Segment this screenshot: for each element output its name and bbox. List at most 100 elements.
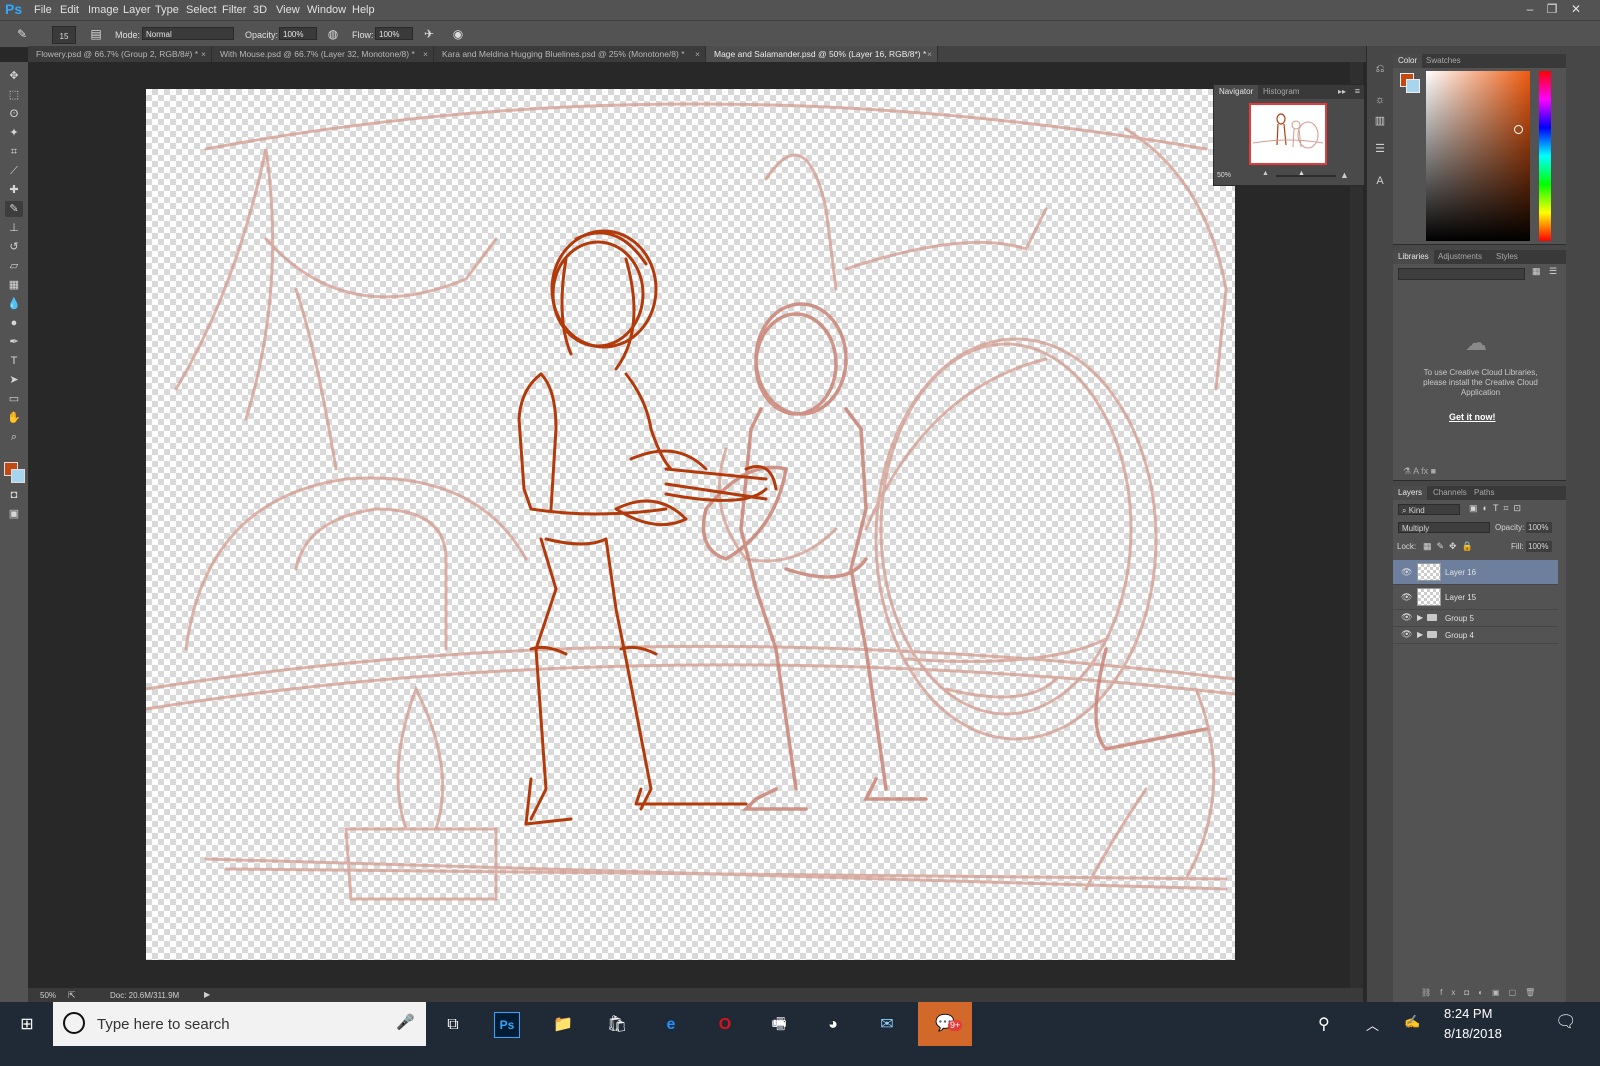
- zoom-level[interactable]: 50%: [40, 991, 56, 1000]
- close-tab-icon[interactable]: ×: [927, 46, 932, 62]
- hue-slider[interactable]: [1539, 71, 1551, 241]
- tab-styles[interactable]: Styles: [1491, 250, 1523, 264]
- color-picker-handle[interactable]: [1514, 125, 1523, 134]
- color-field[interactable]: [1426, 71, 1530, 241]
- dodge-tool-icon[interactable]: ●: [5, 315, 23, 331]
- restore-icon[interactable]: ❐: [1542, 1, 1562, 17]
- move-tool-icon[interactable]: ✥: [5, 68, 23, 84]
- menu-window[interactable]: Window: [307, 4, 346, 16]
- tab-kara-meldina[interactable]: Kara and Meldina Hugging Bluelines.psd @…: [434, 46, 706, 62]
- visibility-eye-icon[interactable]: 👁: [1401, 567, 1412, 578]
- tab-mage-salamander[interactable]: Mage and Salamander.psd @ 50% (Layer 16,…: [706, 46, 938, 62]
- messages-app-icon[interactable]: 💬 9+: [918, 1002, 972, 1046]
- histogram-panel-icon[interactable]: ▥: [1371, 112, 1389, 130]
- vertical-scrollbar[interactable]: [1350, 62, 1363, 988]
- grid-view-icon[interactable]: ▦: [1532, 266, 1541, 277]
- brightness-panel-icon[interactable]: ☼: [1371, 91, 1389, 109]
- edge-icon[interactable]: e: [658, 1012, 684, 1038]
- menu-3d[interactable]: 3D: [253, 4, 267, 16]
- zoom-tool-icon[interactable]: ⌕: [5, 429, 23, 445]
- lasso-tool-icon[interactable]: ʘ: [5, 106, 23, 122]
- tab-adjustments[interactable]: Adjustments: [1433, 250, 1487, 264]
- gradient-tool-icon[interactable]: ▦: [5, 277, 23, 293]
- menu-help[interactable]: Help: [352, 4, 375, 16]
- layer-row-group-4[interactable]: 👁 ▶ Group 4: [1393, 627, 1558, 644]
- zoom-slider-handle[interactable]: ▲: [1298, 170, 1305, 177]
- magic-wand-tool-icon[interactable]: ✦: [5, 125, 23, 141]
- show-hidden-icons-icon[interactable]: ︿: [1366, 1015, 1379, 1034]
- store-icon[interactable]: 🛍: [604, 1012, 630, 1038]
- menu-type[interactable]: Type: [155, 4, 179, 16]
- character-panel-icon[interactable]: A: [1371, 172, 1389, 190]
- windows-start-icon[interactable]: ⊞: [14, 1012, 40, 1038]
- history-panel-icon[interactable]: ⎌: [1371, 60, 1389, 78]
- layer-opacity-field[interactable]: 100%: [1526, 522, 1552, 533]
- layer-row-layer-16[interactable]: 👁 Layer 16: [1393, 560, 1558, 585]
- type-tool-icon[interactable]: T: [5, 353, 23, 369]
- close-tab-icon[interactable]: ×: [201, 46, 206, 62]
- pen-tool-icon[interactable]: ✒: [5, 334, 23, 350]
- action-center-icon[interactable]: 🗨: [1555, 1012, 1577, 1032]
- zoom-in-icon[interactable]: ▲: [1340, 170, 1349, 180]
- layer-filter-select[interactable]: ⌕ Kind: [1398, 504, 1460, 515]
- people-icon[interactable]: ⚲: [1318, 1014, 1330, 1034]
- airbrush-icon[interactable]: ✈: [421, 26, 437, 42]
- close-tab-icon[interactable]: ×: [695, 46, 700, 62]
- panel-menu-icon[interactable]: ≡: [1355, 86, 1360, 96]
- zoom-out-icon[interactable]: ▲: [1262, 170, 1269, 177]
- lock-icons[interactable]: ▦✎✥🔒: [1423, 541, 1478, 552]
- pressure-opacity-icon[interactable]: ◍: [325, 26, 341, 42]
- menu-layer[interactable]: Layer: [123, 4, 151, 16]
- menu-file[interactable]: File: [34, 4, 52, 16]
- flow-field[interactable]: 100%: [375, 27, 413, 40]
- quick-mask-icon[interactable]: ◘: [5, 487, 23, 503]
- eraser-tool-icon[interactable]: ▱: [5, 258, 23, 274]
- filter-type-icons[interactable]: ▣◐T⌗⊡: [1469, 503, 1526, 514]
- collapse-panel-icon[interactable]: ▸▸: [1338, 87, 1346, 96]
- minimize-icon[interactable]: –: [1520, 1, 1540, 17]
- scanner-icon[interactable]: 🖷: [766, 1012, 792, 1038]
- expand-group-icon[interactable]: ▶: [1417, 630, 1423, 639]
- path-selection-tool-icon[interactable]: ➤: [5, 372, 23, 388]
- tab-histogram[interactable]: Histogram: [1258, 85, 1304, 99]
- task-view-icon[interactable]: ⧉: [440, 1012, 466, 1038]
- layer-row-group-5[interactable]: 👁 ▶ Group 5: [1393, 610, 1558, 627]
- blur-tool-icon[interactable]: 💧: [5, 296, 23, 312]
- history-brush-tool-icon[interactable]: ↺: [5, 239, 23, 255]
- crop-tool-icon[interactable]: ⌗: [5, 144, 23, 160]
- screen-mode-icon[interactable]: ▣: [5, 506, 23, 522]
- tab-libraries[interactable]: Libraries: [1393, 250, 1434, 264]
- clone-stamp-tool-icon[interactable]: ⊥: [5, 220, 23, 236]
- layers-footer-icons[interactable]: ⛓fx◘◐▣▢🗑: [1421, 988, 1544, 997]
- brush-tool-preset-icon[interactable]: ✎: [14, 26, 30, 42]
- clock-date[interactable]: 8/18/2018: [1444, 1026, 1502, 1041]
- library-select[interactable]: [1398, 268, 1525, 280]
- close-window-icon[interactable]: ✕: [1566, 1, 1586, 17]
- brush-panel-icon[interactable]: ▤: [88, 26, 104, 42]
- visibility-eye-icon[interactable]: 👁: [1401, 612, 1412, 623]
- tab-navigator[interactable]: Navigator: [1214, 85, 1259, 99]
- layer-fill-field[interactable]: 100%: [1526, 541, 1552, 552]
- visibility-eye-icon[interactable]: 👁: [1401, 592, 1412, 603]
- opera-icon[interactable]: O: [712, 1012, 738, 1038]
- healing-brush-tool-icon[interactable]: ✚: [5, 182, 23, 198]
- mode-select[interactable]: Normal: [142, 27, 234, 40]
- marquee-tool-icon[interactable]: ⬚: [5, 87, 23, 103]
- navigator-zoom[interactable]: 50%: [1217, 172, 1231, 179]
- menu-image[interactable]: Image: [88, 4, 119, 16]
- pen-workspace-icon[interactable]: ✍: [1404, 1014, 1420, 1030]
- menu-edit[interactable]: Edit: [60, 4, 79, 16]
- layer-row-layer-15[interactable]: 👁 Layer 15: [1393, 585, 1558, 610]
- taskbar-search-box[interactable]: Type here to search 🎤: [53, 1002, 426, 1046]
- brush-tool-icon[interactable]: ✎: [5, 201, 23, 217]
- navigator-preview[interactable]: [1249, 103, 1327, 165]
- properties-panel-icon[interactable]: ☰: [1371, 140, 1389, 158]
- hand-tool-icon[interactable]: ✋: [5, 410, 23, 426]
- tab-layers[interactable]: Layers: [1393, 486, 1428, 500]
- pressure-size-icon[interactable]: ◉: [450, 26, 466, 42]
- eyedropper-tool-icon[interactable]: ⟋: [5, 163, 23, 179]
- blend-mode-select[interactable]: Multiply: [1398, 522, 1490, 533]
- cortana-icon[interactable]: [63, 1012, 85, 1034]
- outlook-icon[interactable]: ✉: [874, 1012, 900, 1038]
- list-view-icon[interactable]: ☰: [1549, 266, 1557, 277]
